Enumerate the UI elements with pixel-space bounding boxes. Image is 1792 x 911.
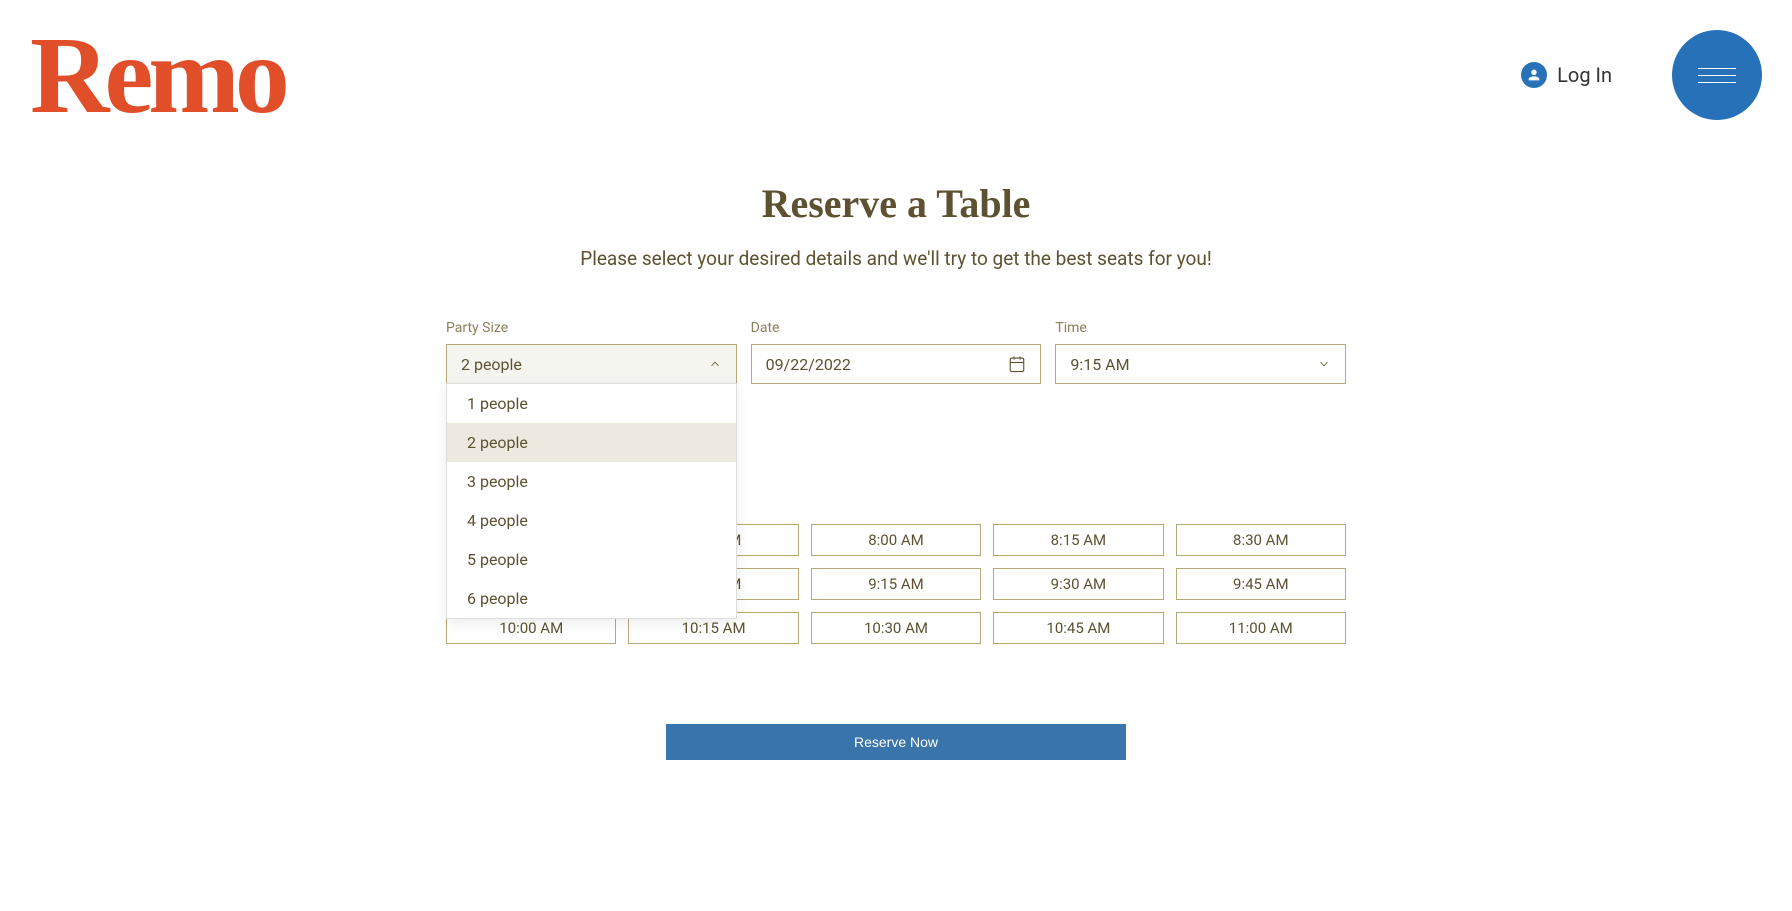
- page-title: Reserve a Table: [446, 180, 1346, 227]
- party-size-value: 2 people: [461, 355, 522, 374]
- menu-line: [1698, 68, 1736, 69]
- time-slot[interactable]: 11:00 AM: [1176, 612, 1346, 644]
- time-slot[interactable]: 10:30 AM: [811, 612, 981, 644]
- dropdown-option[interactable]: 5 people: [447, 540, 736, 579]
- content: Reserve a Table Please select your desir…: [446, 180, 1346, 760]
- dropdown-option[interactable]: 1 people: [447, 384, 736, 423]
- party-size-group: Party Size 2 people 1 people 2 people 3 …: [446, 320, 737, 384]
- login-label: Log In: [1557, 63, 1612, 87]
- reserve-button[interactable]: Reserve Now: [666, 724, 1126, 760]
- time-label: Time: [1055, 320, 1346, 336]
- party-size-dropdown: 1 people 2 people 3 people 4 people 5 pe…: [446, 383, 737, 619]
- form-row: Party Size 2 people 1 people 2 people 3 …: [446, 320, 1346, 384]
- chevron-down-icon: [1317, 357, 1331, 371]
- time-slot[interactable]: 9:15 AM: [811, 568, 981, 600]
- dropdown-option[interactable]: 6 people: [447, 579, 736, 618]
- dropdown-option[interactable]: 2 people: [447, 423, 736, 462]
- calendar-icon: [1008, 355, 1026, 373]
- menu-button[interactable]: [1672, 30, 1762, 120]
- header-right: Log In: [1521, 30, 1762, 120]
- time-select[interactable]: 9:15 AM: [1055, 344, 1346, 384]
- time-value: 9:15 AM: [1070, 355, 1129, 374]
- header: Remo Log In: [0, 0, 1792, 150]
- party-size-select[interactable]: 2 people: [446, 344, 737, 384]
- date-input[interactable]: 09/22/2022: [751, 344, 1042, 384]
- time-slot[interactable]: 9:45 AM: [1176, 568, 1346, 600]
- time-slot[interactable]: 9:30 AM: [993, 568, 1163, 600]
- time-slot[interactable]: 8:00 AM: [811, 524, 981, 556]
- menu-line: [1698, 82, 1736, 83]
- dropdown-option[interactable]: 4 people: [447, 501, 736, 540]
- user-icon: [1521, 62, 1547, 88]
- date-group: Date 09/22/2022: [751, 320, 1042, 384]
- time-slot[interactable]: 10:45 AM: [993, 612, 1163, 644]
- time-slot[interactable]: 8:30 AM: [1176, 524, 1346, 556]
- party-size-label: Party Size: [446, 320, 737, 336]
- date-value: 09/22/2022: [766, 355, 851, 374]
- login-button[interactable]: Log In: [1521, 62, 1612, 88]
- menu-line: [1698, 75, 1736, 76]
- time-slot[interactable]: 8:15 AM: [993, 524, 1163, 556]
- chevron-up-icon: [708, 357, 722, 371]
- date-label: Date: [751, 320, 1042, 336]
- page-subtitle: Please select your desired details and w…: [446, 247, 1346, 270]
- logo[interactable]: Remo: [30, 20, 285, 130]
- time-group: Time 9:15 AM: [1055, 320, 1346, 384]
- dropdown-option[interactable]: 3 people: [447, 462, 736, 501]
